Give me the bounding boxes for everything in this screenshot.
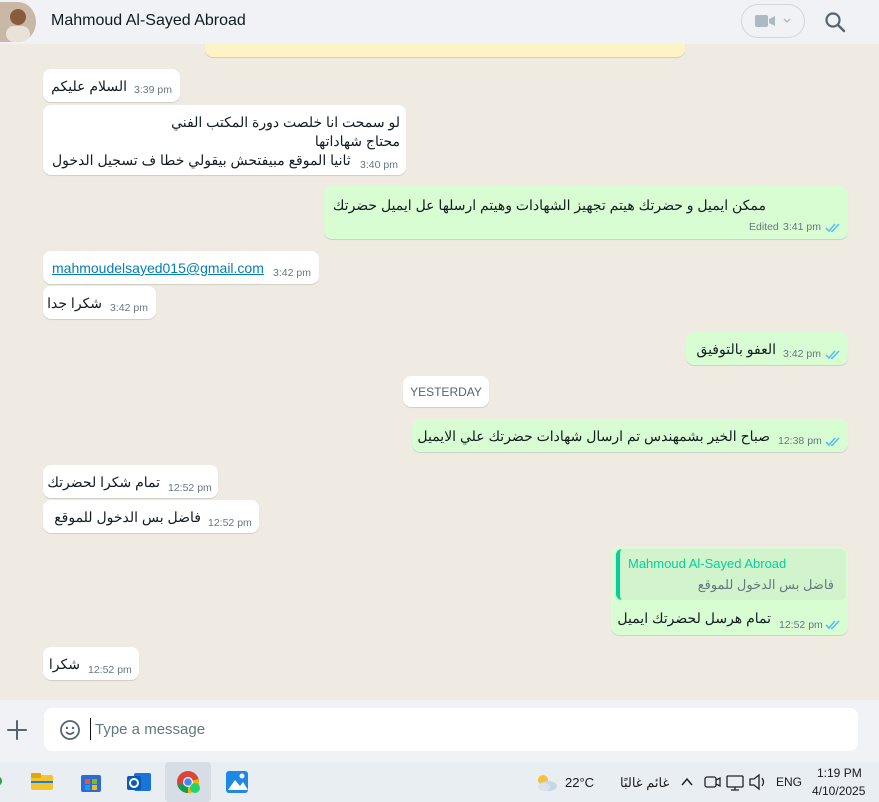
- composer: [0, 700, 879, 762]
- message-text: شكرا: [48, 656, 80, 672]
- message-time: 12:52 pm: [208, 517, 252, 529]
- message-time: 3:41 pm: [783, 221, 821, 233]
- start-indicator-icon[interactable]: [0, 774, 4, 788]
- double-check-icon: [825, 223, 840, 233]
- contact-name[interactable]: Mahmoud Al-Sayed Abroad: [51, 12, 246, 30]
- message-text: العفو بالتوفيق: [696, 341, 776, 357]
- message-time: 12:52 pm: [88, 664, 132, 676]
- volume-icon[interactable]: [746, 768, 774, 796]
- avatar[interactable]: [0, 2, 36, 42]
- outlook-icon[interactable]: [125, 768, 153, 796]
- chevron-down-icon: [783, 18, 791, 23]
- message-bubble-incoming[interactable]: mahmoudelsayed015@gmail.com 3:42 pm: [43, 251, 319, 284]
- plus-icon[interactable]: [6, 719, 28, 741]
- message-bubble-incoming[interactable]: السلام عليكم 3:39 pm: [43, 69, 180, 102]
- video-call-button[interactable]: [741, 4, 805, 38]
- quoted-text: فاضل بس الدخول للموقع: [697, 577, 834, 592]
- clock-date[interactable]: 4/10/2025: [812, 784, 865, 798]
- message-bubble-outgoing[interactable]: العفو بالتوفيق 3:42 pm: [686, 332, 848, 365]
- message-time: 3:40 pm: [360, 159, 398, 171]
- chat-header: Mahmoud Al-Sayed Abroad: [0, 0, 879, 44]
- message-bubble-incoming[interactable]: لو سمحت انا خلصت دورة المكتب الفني محتاج…: [43, 105, 406, 175]
- message-input[interactable]: [90, 718, 795, 740]
- message-bubble-incoming[interactable]: شكرا جدا 3:42 pm: [43, 286, 156, 319]
- message-bubble-incoming[interactable]: تمام شكرا لحضرتك 12:52 pm: [43, 465, 218, 498]
- weather-cloud-icon[interactable]: [532, 768, 560, 796]
- double-check-icon: [825, 620, 840, 630]
- message-time: 3:42 pm: [110, 302, 148, 314]
- store-icon[interactable]: [77, 768, 105, 796]
- message-time: 3:42 pm: [273, 267, 311, 279]
- chrome-icon[interactable]: [174, 768, 202, 796]
- message-box[interactable]: [44, 708, 858, 751]
- quoted-reply[interactable]: Mahmoud Al-Sayed Abroad فاضل بس الدخول ل…: [616, 549, 846, 600]
- message-text: تمام هرسل لحضرتك ايميل: [617, 610, 771, 626]
- file-explorer-icon[interactable]: [28, 768, 56, 796]
- weather-description[interactable]: غائم غالبًا: [620, 775, 669, 791]
- message-bubble-incoming[interactable]: فاضل بس الدخول للموقع 12:52 pm: [43, 500, 259, 533]
- search-icon[interactable]: [824, 11, 846, 33]
- system-banner: [205, 44, 685, 57]
- message-bubble-outgoing[interactable]: صباح الخير بشمهندس تم ارسال شهادات حضرتك…: [412, 419, 848, 452]
- date-separator: YESTERDAY: [403, 376, 489, 407]
- taskbar: 22°C غائم غالبًا ENG 1:19 PM 4/10/2025: [0, 762, 879, 802]
- message-line: محتاج شهاداتها: [314, 133, 400, 149]
- message-time: 3:39 pm: [134, 84, 172, 96]
- email-link[interactable]: mahmoudelsayed015@gmail.com: [52, 260, 264, 276]
- message-text: تمام شكرا لحضرتك: [47, 474, 160, 490]
- message-time: 3:42 pm: [783, 348, 821, 360]
- message-text: فاضل بس الدخول للموقع: [54, 509, 201, 525]
- video-camera-icon: [755, 15, 775, 27]
- message-line: لو سمحت انا خلصت دورة المكتب الفني: [171, 114, 400, 130]
- message-line: ثانيا الموقع مبيفتحش بيقولي خطا ف تسجيل …: [52, 152, 351, 168]
- message-text: صباح الخير بشمهندس تم ارسال شهادات حضرتك…: [417, 428, 770, 444]
- message-time: 12:52 pm: [779, 619, 823, 631]
- message-time: 12:38 pm: [778, 435, 822, 447]
- message-time: 12:52 pm: [168, 482, 212, 494]
- message-text: ممكن ايميل و حضرتك هيتم تجهيز الشهادات و…: [332, 197, 766, 213]
- message-list[interactable]: السلام عليكم 3:39 pm لو سمحت انا خلصت دو…: [0, 44, 879, 700]
- photos-icon[interactable]: [223, 768, 251, 796]
- double-check-icon: [825, 350, 840, 360]
- clock-time[interactable]: 1:19 PM: [817, 766, 862, 780]
- quoted-author: Mahmoud Al-Sayed Abroad: [628, 556, 787, 571]
- weather-temp[interactable]: 22°C: [565, 775, 594, 790]
- double-check-icon: [825, 437, 840, 447]
- emoji-icon[interactable]: [59, 719, 81, 741]
- message-text: السلام عليكم: [51, 78, 127, 94]
- edited-label: Edited: [749, 221, 779, 233]
- message-bubble-incoming[interactable]: شكرا 12:52 pm: [43, 647, 139, 680]
- language-indicator[interactable]: ENG: [776, 775, 802, 789]
- message-bubble-outgoing[interactable]: ممكن ايميل و حضرتك هيتم تجهيز الشهادات و…: [324, 186, 848, 239]
- message-text: شكرا جدا: [47, 295, 102, 311]
